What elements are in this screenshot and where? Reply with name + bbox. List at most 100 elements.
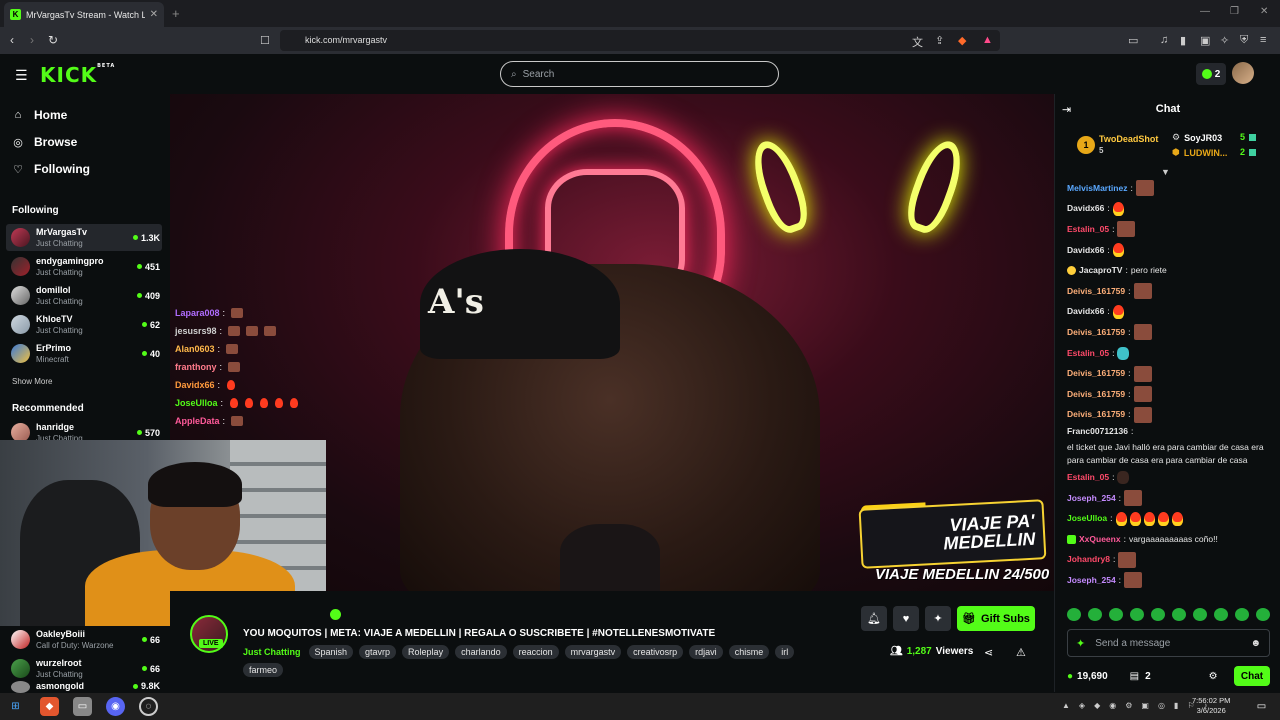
share-page-icon[interactable]: ⇪ [935,34,944,47]
file-explorer-icon[interactable]: ▭ [73,697,92,716]
sidebar-channel-wurzelroot[interactable]: wurzelroot Just Chatting 66 [6,655,162,682]
brave-shield-icon[interactable]: ◆ [958,34,966,47]
reader-icon[interactable]: ▭ [1128,34,1138,47]
emote-icon[interactable] [1214,608,1228,621]
chat-username[interactable]: MelvisMartinez [1067,182,1127,195]
nav-home[interactable]: ⌂ Home [12,108,68,122]
chat-username[interactable]: JacaproTV [1079,264,1122,277]
tray-icon[interactable]: ◆ [1094,701,1100,710]
tray-icon[interactable]: ◉ [1109,701,1116,710]
sidebar-toggle-icon[interactable]: ▮ [1180,34,1186,47]
tray-icon[interactable]: ▲ [1062,701,1070,710]
tag-chip[interactable]: farmeo [243,663,284,677]
rewards-icon[interactable]: ▲ [982,34,993,46]
search-input[interactable]: ⌕ Search [500,61,779,87]
tray-icon[interactable]: ◈ [1079,701,1085,710]
expand-gifters-icon[interactable]: ▼ [1161,167,1170,177]
tag-chip[interactable]: creativosrp [627,645,684,659]
hamburger-menu-icon[interactable]: ☰ [15,67,28,84]
settings-gear-icon[interactable]: ⚙ [1209,671,1218,682]
sidebar-channel-mrvargastv[interactable]: MrVargasTv Just Chatting 1.3K [6,224,162,251]
notifications-button[interactable]: 🔔︎ [861,606,887,631]
chat-username[interactable]: XxQueenx [1079,533,1121,546]
tray-icon[interactable]: ◎ [1158,701,1165,710]
chat-username[interactable]: Deivis_161759 [1067,388,1125,401]
close-window-icon[interactable]: ✕ [1260,6,1268,17]
emote-icon[interactable] [1088,608,1102,621]
system-clock[interactable]: 7:56:02 PM 3/6/2026 [1192,696,1230,716]
chat-username[interactable]: Davidx66 [1067,244,1104,257]
sidebar-channel-endygamingpro[interactable]: endygamingpro Just Chatting 451 [6,253,162,280]
emote-icon[interactable] [1193,608,1207,621]
tag-chip[interactable]: irl [775,645,795,659]
chat-username[interactable]: Franc00712136 [1067,425,1128,438]
tray-icon[interactable]: ⚙ [1125,701,1132,710]
show-more-link[interactable]: Show More [12,377,52,386]
sidebar-channel-oakleyboiii[interactable]: OakleyBoiii Call of Duty: Warzone 66 [6,626,162,653]
address-bar[interactable]: kick.com/mrvargastv [280,30,1000,51]
chat-username[interactable]: Johandry8 [1067,553,1110,566]
vpn-icon[interactable]: ⛨ [1240,34,1248,47]
emote-icon[interactable] [1109,608,1123,621]
emoji-picker-icon[interactable]: ☻ [1250,638,1261,649]
category-link[interactable]: Just Chatting [243,647,301,657]
bookmark-icon[interactable]: ☐ [260,34,270,47]
leo-icon[interactable]: ✧ [1220,34,1229,47]
tag-chip[interactable]: rdjavi [689,645,723,659]
minimize-icon[interactable]: — [1200,6,1210,17]
chat-username[interactable]: Joseph_254 [1067,492,1116,505]
tag-chip[interactable]: Roleplay [402,645,450,659]
emote-icon[interactable] [1151,608,1165,621]
tray-icon[interactable]: ▣ [1141,701,1149,710]
kicks-balance-button[interactable]: 2 [1196,63,1226,85]
notifications-icon[interactable]: ▭ [1252,697,1271,716]
chat-username[interactable]: Davidx66 [1067,202,1104,215]
restore-icon[interactable]: ❐ [1230,6,1239,17]
follow-button[interactable]: ♥ [893,606,919,631]
tag-chip[interactable]: mrvargastv [564,645,622,659]
music-icon[interactable]: ♫ [1160,34,1168,46]
menu-icon[interactable]: ≡ [1260,34,1266,46]
emote-icon[interactable] [1172,608,1186,621]
reload-icon[interactable]: ↻ [48,33,58,47]
emote-icon[interactable] [1130,608,1144,621]
tab-close-icon[interactable]: ✕ [150,9,158,20]
report-icon[interactable]: ⚠ [1016,646,1026,659]
tag-chip[interactable]: chisme [728,645,770,659]
kick-logo[interactable]: KICKBETA [40,63,115,87]
chat-username[interactable]: Estalin_05 [1067,223,1109,236]
chat-username[interactable]: Davidx66 [1067,305,1104,318]
tag-chip[interactable]: reaccion [512,645,559,659]
emote-icon[interactable] [1067,608,1081,621]
gifter-3[interactable]: ⬢ LUDWIN... [1172,147,1227,158]
gifter-1[interactable]: 1 TwoDeadShot 5 [1077,134,1158,156]
chat-input[interactable]: ✦ Send a message ☻ [1067,629,1270,657]
tag-chip[interactable]: Spanish [308,645,354,659]
sidebar-channel-khloetv[interactable]: KhloeTV Just Chatting 62 [6,311,162,338]
chat-username[interactable]: Deivis_161759 [1067,367,1125,380]
tag-chip[interactable]: gtavrp [359,645,397,659]
chat-username[interactable]: Estalin_05 [1067,347,1109,360]
forward-icon[interactable]: › [30,33,34,47]
sidebar-channel-erprimo[interactable]: ErPrimo Minecraft 40 [6,340,162,367]
browser-tab[interactable]: K MrVargasTv Stream - Watch L ✕ [4,2,164,27]
brave-app-icon[interactable]: ◆ [40,697,59,716]
nav-browse[interactable]: ◎ Browse [12,135,77,149]
share-icon[interactable]: ⋖ [984,646,993,659]
tray-icon[interactable]: ▮ [1174,701,1178,710]
translate-icon[interactable]: 文 [912,34,923,50]
gifter-2[interactable]: ⚙ SoyJR03 [1172,132,1222,143]
new-tab-button[interactable]: + [172,6,180,21]
obs-app-icon[interactable]: ◌ [139,697,158,716]
tag-chip[interactable]: charlando [455,645,507,659]
chat-username[interactable]: Deivis_161759 [1067,326,1125,339]
chat-username[interactable]: JoseUlloa [1067,512,1107,525]
back-icon[interactable]: ‹ [10,33,14,47]
chat-username[interactable]: Estalin_05 [1067,471,1109,484]
sidebar-channel-domillol[interactable]: domillol Just Chatting 409 [6,282,162,309]
discord-app-icon[interactable]: ◉ [106,697,125,716]
windows-start-icon[interactable]: ⊞ [6,697,25,716]
emote-icon[interactable] [1235,608,1249,621]
gift-subs-button[interactable]: 🎁︎ Gift Subs [957,606,1035,631]
chat-username[interactable]: Joseph_254 [1067,574,1116,587]
